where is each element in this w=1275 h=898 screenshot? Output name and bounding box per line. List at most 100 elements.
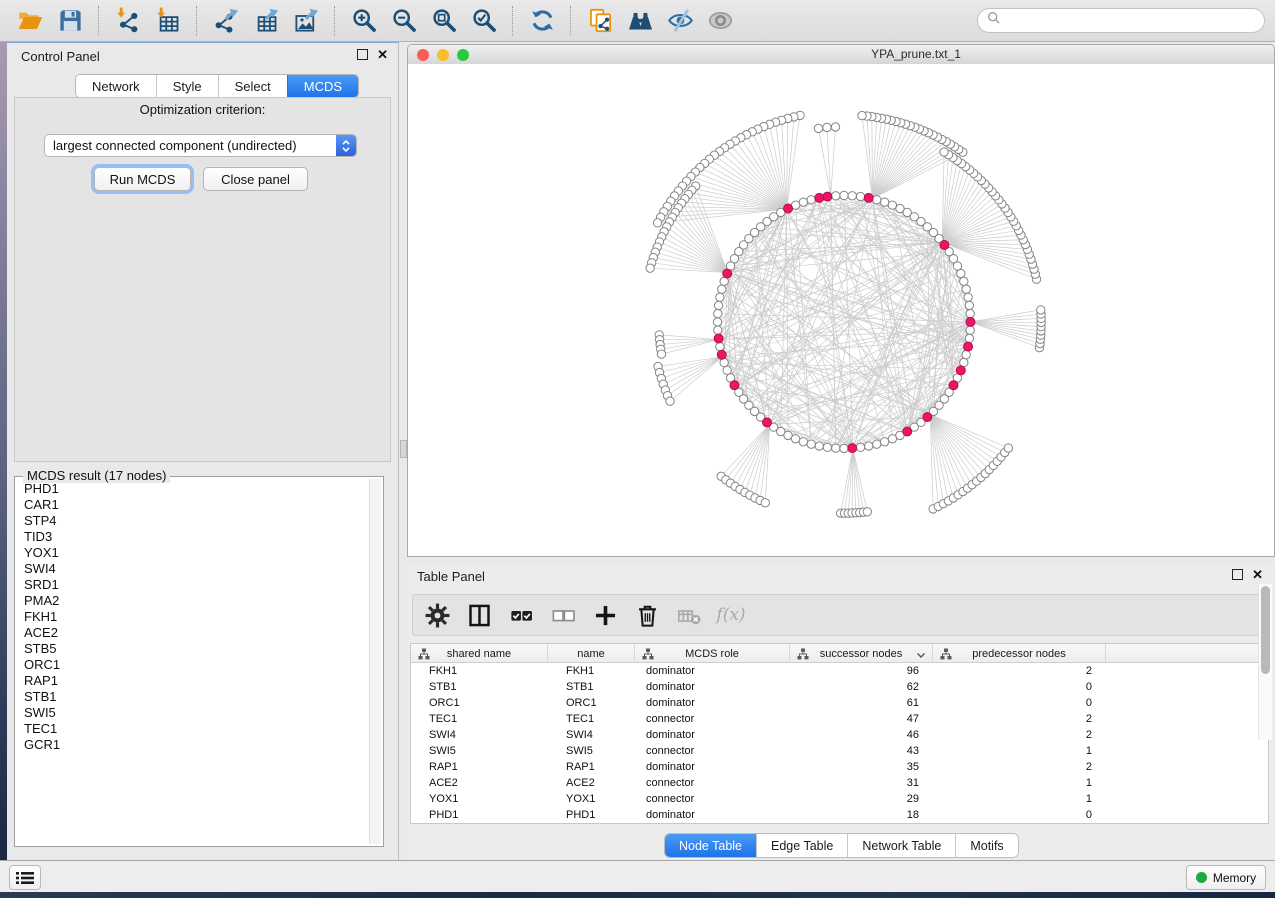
cell-predecessor-nodes: 2 (933, 727, 1106, 743)
float-window-icon[interactable] (357, 49, 368, 60)
close-panel-button[interactable]: Close panel (203, 167, 308, 191)
cell-name: ACE2 (548, 775, 635, 791)
mcds-result-item[interactable]: ACE2 (17, 625, 369, 641)
panel-splitter[interactable] (399, 42, 407, 860)
mcds-result-item[interactable]: GCR1 (17, 737, 369, 753)
tab-style[interactable]: Style (156, 75, 218, 97)
sort-chevron-icon[interactable] (916, 650, 926, 662)
hide-eye-icon[interactable] (663, 4, 697, 38)
table-row[interactable]: ORC1ORC1dominator610 (411, 695, 1268, 711)
table-scrollbar-thumb[interactable] (1261, 586, 1270, 674)
split-view-icon[interactable] (465, 601, 493, 629)
mcds-result-item[interactable]: STP4 (17, 513, 369, 529)
select-unchecked-icon[interactable] (549, 601, 577, 629)
mcds-result-item[interactable]: STB1 (17, 689, 369, 705)
mcds-result-item[interactable]: YOX1 (17, 545, 369, 561)
column-header-shared-name[interactable]: shared name (411, 644, 548, 663)
memory-button[interactable]: Memory (1186, 865, 1266, 890)
cell-successor-nodes: 43 (790, 743, 933, 759)
main-toolbar (0, 0, 1275, 42)
mcds-result-item[interactable]: CAR1 (17, 497, 369, 513)
column-header-MCDS-role[interactable]: MCDS role (635, 644, 790, 663)
control-panel: Control Panel ✕ NetworkStyleSelectMCDS O… (7, 42, 399, 860)
mcds-result-item[interactable]: PMA2 (17, 593, 369, 609)
mcds-result-item[interactable]: PHD1 (17, 481, 369, 497)
export-image-icon[interactable] (289, 4, 323, 38)
table-row[interactable]: RAP1RAP1dominator352 (411, 759, 1268, 775)
import-network-icon[interactable] (111, 4, 145, 38)
duplicate-network-icon[interactable] (583, 4, 617, 38)
splitter-handle[interactable] (400, 440, 407, 458)
table-row[interactable]: ACE2ACE2connector311 (411, 775, 1268, 791)
column-header-predecessor-nodes[interactable]: predecessor nodes (933, 644, 1106, 663)
search-box[interactable] (977, 8, 1265, 33)
table-row[interactable]: PHD1PHD1dominator180 (411, 807, 1268, 823)
gear-icon[interactable] (423, 601, 451, 629)
export-network-icon[interactable] (209, 4, 243, 38)
column-header-successor-nodes[interactable]: successor nodes (790, 644, 933, 663)
fx-icon: f(x) (717, 601, 745, 629)
table-row[interactable]: YOX1YOX1connector291 (411, 791, 1268, 807)
table-row[interactable]: SWI4SWI4dominator462 (411, 727, 1268, 743)
tab-mcds[interactable]: MCDS (287, 75, 358, 97)
cell-successor-nodes: 29 (790, 791, 933, 807)
table-scrollbar[interactable] (1258, 584, 1272, 740)
trash-icon[interactable] (633, 601, 661, 629)
select-checked-icon[interactable] (507, 601, 535, 629)
mcds-result-item[interactable]: SWI4 (17, 561, 369, 577)
table-float-window-icon[interactable] (1232, 569, 1243, 580)
control-panel-titlebar: Control Panel ✕ (7, 43, 398, 69)
table-row[interactable]: STB1STB1dominator620 (411, 679, 1268, 695)
mcds-result-item[interactable]: STB5 (17, 641, 369, 657)
cell-shared-name: SWI4 (411, 727, 548, 743)
task-history-button[interactable] (9, 865, 41, 890)
network-graph[interactable] (408, 64, 1274, 556)
mcds-result-item[interactable]: FKH1 (17, 609, 369, 625)
desktop-wallpaper-left (0, 42, 7, 892)
tab-node-table[interactable]: Node Table (665, 834, 756, 857)
export-table-icon[interactable] (249, 4, 283, 38)
network-canvas[interactable] (408, 64, 1274, 556)
open-folder-icon[interactable] (13, 4, 47, 38)
zoom-out-icon[interactable] (387, 4, 421, 38)
tab-select[interactable]: Select (218, 75, 287, 97)
optimization-criterion-select[interactable]: largest connected component (undirected) (44, 134, 357, 157)
cell-MCDS-role: dominator (635, 695, 790, 711)
save-icon[interactable] (53, 4, 87, 38)
tab-edge-table[interactable]: Edge Table (756, 834, 847, 857)
cell-name: STB1 (548, 679, 635, 695)
cell-successor-nodes: 18 (790, 807, 933, 823)
binoculars-icon[interactable] (623, 4, 657, 38)
zoom-in-icon[interactable] (347, 4, 381, 38)
memory-label: Memory (1213, 871, 1256, 885)
mcds-result-item[interactable]: SRD1 (17, 577, 369, 593)
import-table-icon[interactable] (151, 4, 185, 38)
mcds-result-item[interactable]: TEC1 (17, 721, 369, 737)
search-input[interactable] (1002, 13, 1256, 29)
tab-network-table[interactable]: Network Table (847, 834, 955, 857)
mcds-result-item[interactable]: TID3 (17, 529, 369, 545)
mcds-result-item[interactable]: SWI5 (17, 705, 369, 721)
cell-shared-name: FKH1 (411, 663, 548, 679)
mcds-result-item[interactable]: ORC1 (17, 657, 369, 673)
mcds-list-scrollbar[interactable] (369, 479, 381, 844)
table-close-panel-icon[interactable]: ✕ (1252, 569, 1263, 580)
table-row[interactable]: TEC1TEC1connector472 (411, 711, 1268, 727)
cell-MCDS-role: dominator (635, 759, 790, 775)
table-row[interactable]: FKH1FKH1dominator962 (411, 663, 1268, 679)
column-header-name[interactable]: name (548, 644, 635, 663)
add-icon[interactable] (591, 601, 619, 629)
column-type-icon (797, 648, 809, 663)
network-window-titlebar[interactable]: YPA_prune.txt_1 (408, 45, 1274, 65)
mcds-result-item[interactable]: RAP1 (17, 673, 369, 689)
table-row[interactable]: SWI5SWI5connector431 (411, 743, 1268, 759)
run-mcds-button[interactable]: Run MCDS (94, 167, 191, 191)
cell-MCDS-role: dominator (635, 663, 790, 679)
tab-network[interactable]: Network (76, 75, 156, 97)
zoom-fit-icon[interactable] (427, 4, 461, 38)
zoom-selected-icon[interactable] (467, 4, 501, 38)
refresh-icon[interactable] (525, 4, 559, 38)
tab-motifs[interactable]: Motifs (955, 834, 1017, 857)
cell-name: SWI4 (548, 727, 635, 743)
close-panel-icon[interactable]: ✕ (377, 49, 388, 60)
